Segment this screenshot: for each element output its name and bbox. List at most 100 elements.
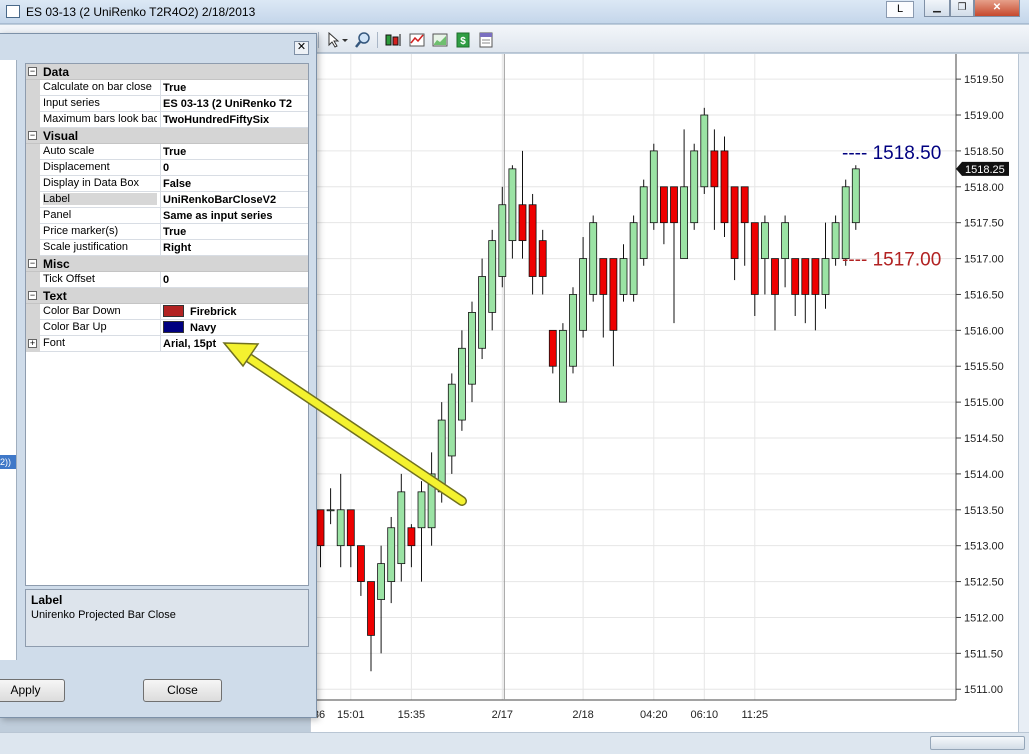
indicator-properties-dialog: ✕ 2)) − Data Calculate on bar close True Inp… — [0, 33, 317, 718]
y-tick-label: 1514.50 — [964, 433, 1004, 445]
strategy-icon[interactable] — [478, 32, 494, 48]
property-value[interactable]: 0 — [160, 272, 308, 288]
color-swatch — [163, 321, 184, 334]
cursor-icon[interactable] — [326, 32, 350, 48]
bar-body — [437, 419, 446, 493]
indicator-icon[interactable] — [409, 32, 425, 48]
bar-body — [801, 258, 810, 295]
y-tick-label: 1517.50 — [964, 218, 1004, 230]
toolbar-separator — [377, 32, 378, 48]
property-row[interactable]: Color Bar Down Firebrick — [26, 304, 308, 320]
restore-button[interactable]: ❐ — [950, 0, 974, 17]
bar-body — [710, 150, 719, 188]
bar-body — [680, 186, 689, 259]
y-tick-label: 1511.00 — [964, 684, 1003, 696]
property-row[interactable]: Color Bar Up Navy — [26, 320, 308, 336]
property-value[interactable]: Same as input series — [160, 208, 308, 224]
property-name: Label — [43, 193, 157, 205]
zoom-icon[interactable] — [355, 32, 371, 48]
property-row[interactable]: Scale justification Right — [26, 240, 308, 256]
property-name: Panel — [43, 209, 72, 221]
x-tick-label: 2/18 — [572, 709, 593, 721]
bar-body — [417, 491, 426, 529]
link-button[interactable]: L — [886, 1, 914, 18]
property-value[interactable]: Arial, 15pt — [160, 336, 308, 352]
property-value[interactable]: True — [160, 80, 308, 96]
property-gutter — [26, 144, 40, 160]
y-tick-label: 1516.50 — [964, 289, 1004, 301]
category-text[interactable]: − Text — [26, 288, 308, 304]
property-row[interactable]: Label UniRenkoBarCloseV2 — [26, 192, 308, 208]
horizontal-scrollbar[interactable] — [0, 732, 1029, 754]
property-value[interactable]: True — [160, 144, 308, 160]
bar-body — [498, 204, 507, 277]
property-value[interactable]: True — [160, 224, 308, 240]
property-value-text: Firebrick — [190, 306, 237, 318]
property-row[interactable]: Panel Same as input series — [26, 208, 308, 224]
property-row[interactable]: Input series ES 03-13 (2 UniRenko T2 — [26, 96, 308, 112]
expand-icon[interactable]: + — [28, 339, 37, 348]
x-tick-label: 11:25 — [741, 709, 768, 721]
close-button[interactable]: Close — [143, 679, 222, 702]
property-row[interactable]: Maximum bars look bac TwoHundredFiftySix — [26, 112, 308, 128]
description-text: Unirenko Projected Bar Close — [31, 609, 176, 621]
y-tick-label: 1514.00 — [964, 469, 1004, 481]
apply-button[interactable]: Apply — [0, 679, 65, 702]
x-tick-label: 06:10 — [691, 709, 719, 721]
property-value[interactable]: Right — [160, 240, 308, 256]
property-value-text: 0 — [163, 274, 170, 286]
dialog-close-icon[interactable]: ✕ — [294, 41, 309, 55]
bar-body — [579, 258, 588, 331]
collapse-icon[interactable]: − — [28, 259, 37, 268]
y-tick-label: 1513.00 — [964, 541, 1004, 553]
svg-text:$: $ — [460, 36, 466, 47]
property-row[interactable]: + Font Arial, 15pt — [26, 336, 308, 352]
category-misc[interactable]: − Misc — [26, 256, 308, 272]
category-visual[interactable]: − Visual — [26, 128, 308, 144]
collapse-icon[interactable]: − — [28, 67, 37, 76]
horizontal-scrollbar-thumb[interactable] — [930, 736, 1025, 750]
property-row[interactable]: Tick Offset 0 — [26, 272, 308, 288]
property-row[interactable]: Calculate on bar close True — [26, 80, 308, 96]
property-value-text: ES 03-13 (2 UniRenko T2 — [163, 98, 292, 110]
chart-panel[interactable]: 1519.50 1519.00 1518.50 1518.00 1517.50 1517.… — [310, 54, 1018, 732]
dollar-icon[interactable]: $ — [455, 32, 471, 48]
y-tick-label: 1512.00 — [964, 612, 1004, 624]
collapse-icon[interactable]: − — [28, 291, 37, 300]
bar-body — [639, 186, 648, 259]
property-grid[interactable]: − Data Calculate on bar close True Input ser… — [25, 63, 309, 586]
bar-body — [589, 222, 598, 295]
property-value[interactable]: TwoHundredFiftySix — [160, 112, 308, 128]
property-value-text: 0 — [163, 162, 170, 174]
property-value[interactable]: 0 — [160, 160, 308, 176]
bar-body — [558, 329, 567, 403]
bar-body — [700, 114, 709, 188]
property-value[interactable]: False — [160, 176, 308, 192]
category-data[interactable]: − Data — [26, 64, 308, 80]
indicator-list-selected-item[interactable]: 2)) — [0, 455, 16, 469]
y-tick-label: 1511.50 — [964, 648, 1003, 660]
property-value[interactable]: ES 03-13 (2 UniRenko T2 — [160, 96, 308, 112]
bar-body — [649, 150, 658, 224]
vertical-scrollbar[interactable] — [1018, 54, 1029, 732]
price-chart[interactable]: 1519.50 1519.00 1518.50 1518.00 1517.50 1517.… — [311, 54, 1019, 732]
close-window-button[interactable]: ✕ — [974, 0, 1020, 17]
minimize-button[interactable]: ▁ — [924, 0, 950, 17]
property-row[interactable]: Display in Data Box False — [26, 176, 308, 192]
property-value[interactable]: Navy — [160, 320, 308, 336]
bar-body — [569, 294, 577, 367]
projected-up-label: ---- 1518.50 — [842, 143, 941, 164]
bar-body — [457, 347, 466, 421]
property-row[interactable]: Price marker(s) True — [26, 224, 308, 240]
collapse-icon[interactable]: − — [28, 131, 37, 140]
indicator-list[interactable]: 2)) — [0, 60, 17, 660]
property-value[interactable]: Firebrick — [160, 304, 308, 320]
bar-body — [528, 204, 537, 277]
bar-body — [336, 509, 345, 547]
bar-type-icon[interactable] — [384, 32, 404, 48]
property-value[interactable]: UniRenkoBarCloseV2 — [160, 192, 308, 208]
chart-style-icon[interactable] — [432, 32, 448, 48]
property-row[interactable]: Auto scale True — [26, 144, 308, 160]
property-row[interactable]: Displacement 0 — [26, 160, 308, 176]
property-gutter — [26, 192, 40, 208]
